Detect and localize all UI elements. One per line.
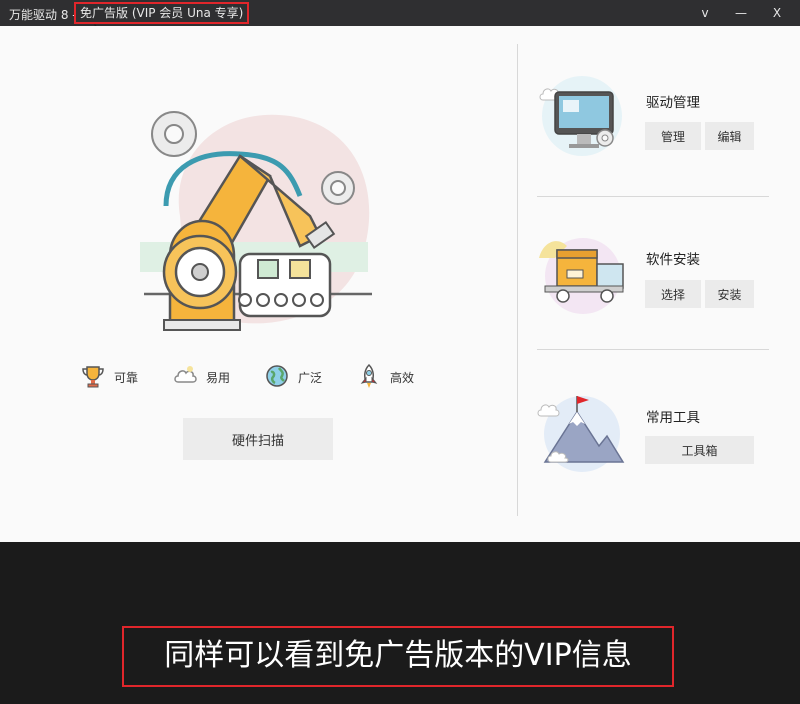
- close-button[interactable]: X: [768, 4, 786, 22]
- select-button[interactable]: 选择: [645, 280, 701, 308]
- trophy-icon: [82, 366, 104, 388]
- app-title: 万能驱动 8 -: [9, 8, 77, 22]
- feature-label: 高效: [390, 371, 415, 385]
- globe-icon: [266, 365, 288, 387]
- edition-label: 免广告版 (VIP 会员 Una 专享): [74, 2, 250, 24]
- robot-arm-illustration: [140, 111, 372, 331]
- toolbox-button[interactable]: 工具箱: [645, 436, 754, 464]
- video-caption: 同样可以看到免广告版本的VIP信息: [122, 626, 674, 687]
- rocket-icon: [360, 363, 378, 388]
- mountain-flag-illustration: [537, 396, 625, 472]
- driver-section-title: 驱动管理: [646, 95, 700, 111]
- edit-button[interactable]: 编辑: [705, 122, 754, 150]
- feature-label: 可靠: [114, 371, 139, 385]
- manage-button[interactable]: 管理: [645, 122, 701, 150]
- minimize-button[interactable]: —: [732, 4, 750, 22]
- dropdown-button[interactable]: v: [696, 4, 714, 22]
- feature-label: 广泛: [298, 371, 323, 385]
- feature-label: 易用: [206, 371, 231, 385]
- install-button[interactable]: 安装: [705, 280, 754, 308]
- monitor-illustration: [539, 76, 622, 156]
- hardware-scan-button[interactable]: 硬件扫描: [183, 418, 333, 460]
- software-section-title: 软件安装: [646, 252, 700, 268]
- tools-section-title: 常用工具: [646, 410, 700, 426]
- main-window: 可靠 易用 广泛 高效 硬件扫描 驱动管理 管理 编辑 软件安装 选择 安装 常…: [0, 26, 800, 542]
- cloud-icon: [174, 366, 197, 383]
- horizontal-divider: [537, 196, 769, 197]
- vertical-divider: [517, 44, 518, 516]
- horizontal-divider: [537, 349, 769, 350]
- delivery-box-illustration: [539, 238, 624, 314]
- title-bar: 万能驱动 8 - 免广告版 (VIP 会员 Una 专享) v — X: [0, 0, 800, 26]
